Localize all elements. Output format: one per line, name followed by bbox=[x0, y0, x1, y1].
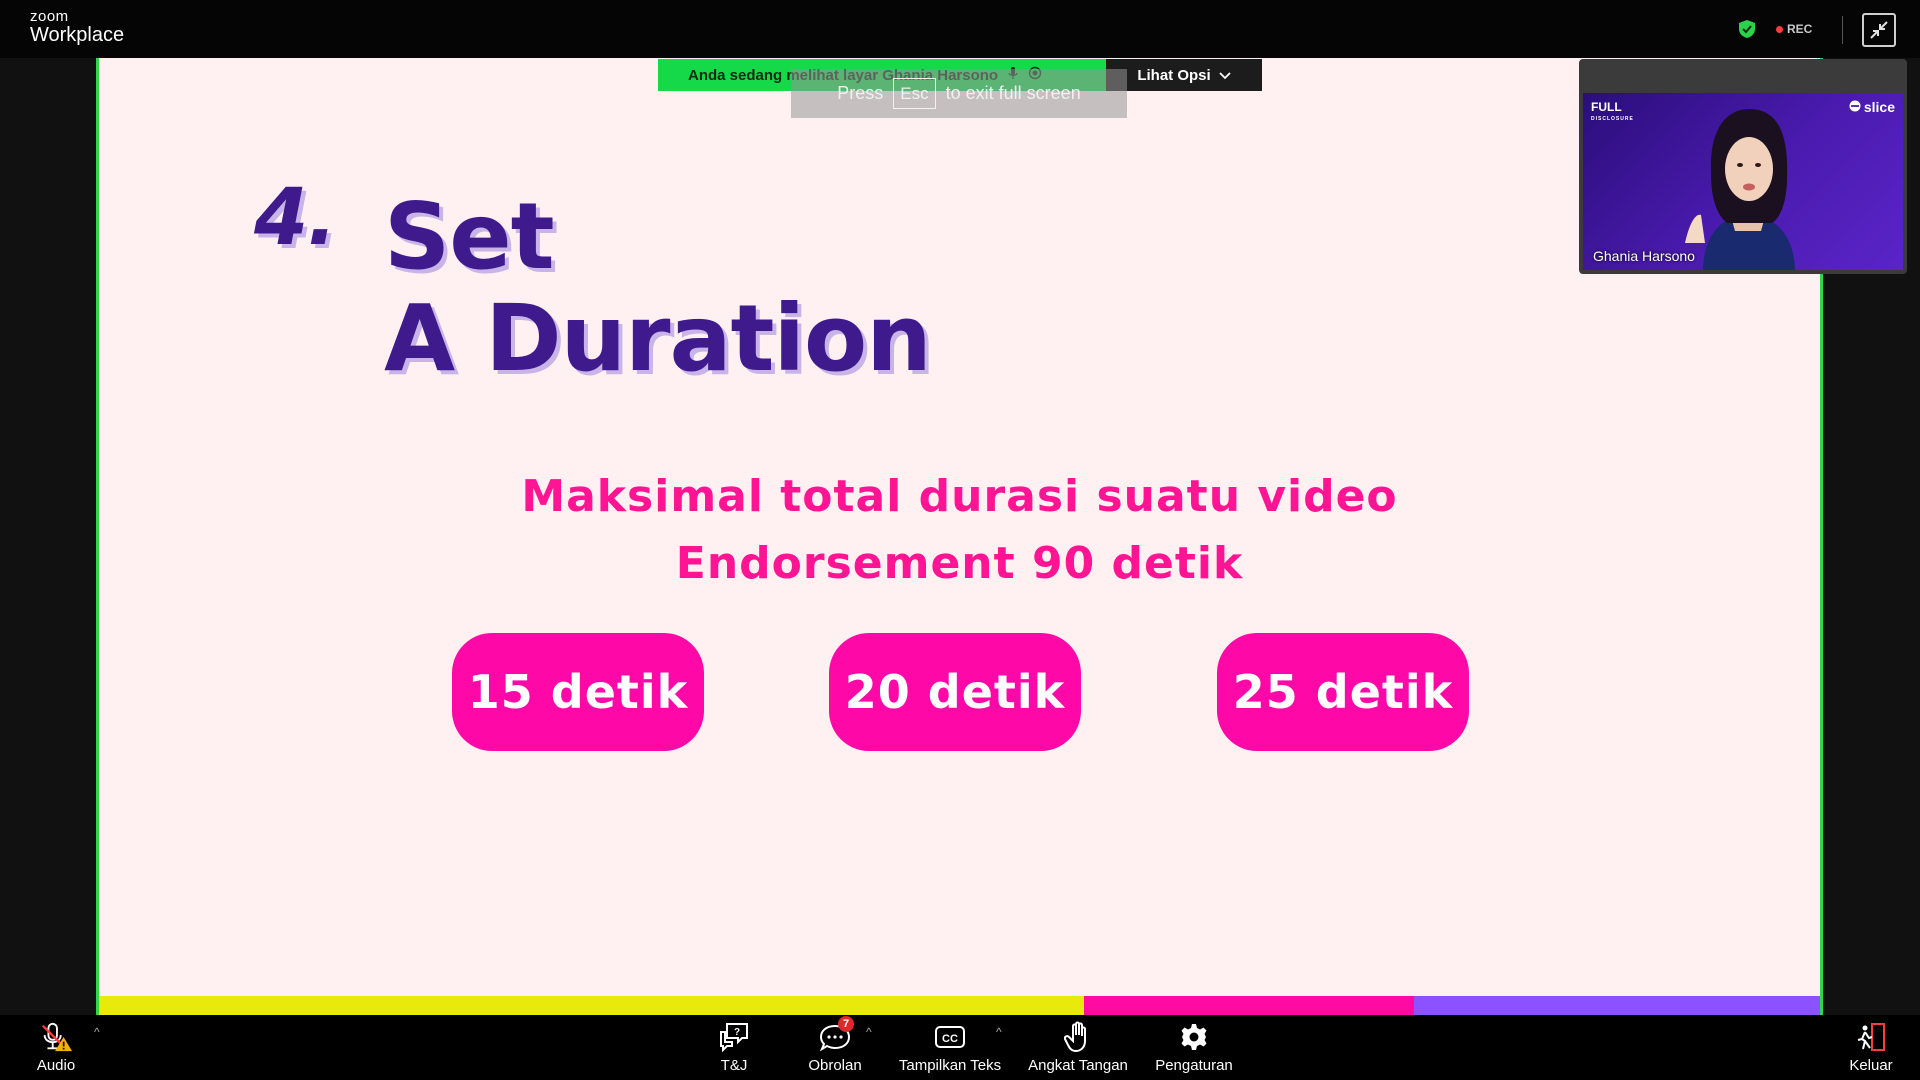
show-captions-button[interactable]: CC Tampilkan Teks bbox=[896, 1015, 1004, 1080]
captions-label: Tampilkan Teks bbox=[898, 1057, 1002, 1074]
chevron-down-icon bbox=[1219, 67, 1231, 84]
duration-option-20: 20 detik bbox=[829, 633, 1081, 751]
footer-stripe-violet bbox=[1414, 996, 1820, 1015]
duration-option-15: 15 detik bbox=[452, 633, 704, 751]
minimize-icon bbox=[1870, 21, 1888, 39]
svg-text:?: ? bbox=[734, 1027, 740, 1038]
hand-icon bbox=[1061, 1021, 1095, 1053]
leave-button[interactable]: Keluar bbox=[1842, 1015, 1900, 1080]
slide-title-line2: A Duration bbox=[384, 285, 932, 392]
brand-name: Workplace bbox=[30, 24, 125, 46]
brand-small: zoom bbox=[30, 8, 69, 25]
meeting-toolbar: Audio ^ ? T&J 7 Obrolan ^ CC Tampilkan T… bbox=[0, 1015, 1920, 1080]
recording-dot-icon bbox=[1776, 25, 1783, 33]
qa-label: T&J bbox=[720, 1057, 748, 1074]
view-options-label: Lihat Opsi bbox=[1137, 66, 1211, 84]
toast-esc-key: Esc bbox=[893, 78, 936, 109]
raise-hand-label: Angkat Tangan bbox=[1028, 1057, 1128, 1074]
microphone-muted-warning-icon bbox=[39, 1021, 73, 1053]
shared-screen: 4. Set A Duration Maksimal total durasi … bbox=[96, 58, 1823, 1015]
leave-label: Keluar bbox=[1849, 1057, 1893, 1074]
chat-options-caret-icon[interactable]: ^ bbox=[866, 1025, 872, 1039]
qa-chat-icon: ? bbox=[717, 1021, 751, 1053]
toast-press: Press bbox=[837, 83, 884, 103]
slice-logo-text: slice bbox=[1863, 99, 1895, 115]
logo-left-text: FULL bbox=[1591, 100, 1622, 114]
participant-avatar-image bbox=[1685, 109, 1795, 270]
divider bbox=[1842, 16, 1843, 44]
description-line2: Endorsement 90 detik bbox=[675, 538, 1244, 589]
chat-bubble-icon: 7 bbox=[818, 1016, 854, 1053]
exit-fullscreen-button[interactable] bbox=[1862, 13, 1896, 47]
duration-option-25: 25 detik bbox=[1217, 633, 1469, 751]
raise-hand-button[interactable]: Angkat Tangan bbox=[1026, 1015, 1130, 1080]
settings-button[interactable]: Pengaturan bbox=[1152, 1015, 1236, 1080]
exit-door-icon bbox=[1854, 1021, 1888, 1053]
audio-button[interactable]: Audio bbox=[28, 1015, 84, 1080]
gear-icon bbox=[1177, 1021, 1211, 1053]
top-bar: zoom Workplace REC bbox=[0, 0, 1920, 58]
chat-unread-badge: 7 bbox=[838, 1016, 854, 1032]
view-options-button[interactable]: Lihat Opsi bbox=[1106, 59, 1262, 91]
participant-video-tile[interactable]: FULL DISCLOSURE slice Ghania Harsono bbox=[1579, 59, 1907, 274]
slide-number: 4. bbox=[254, 173, 337, 263]
logo-left-sub: DISCLOSURE bbox=[1591, 116, 1634, 122]
footer-stripe-yellow bbox=[99, 996, 1084, 1015]
toast-rest: to exit full screen bbox=[945, 83, 1081, 103]
fullscreen-toast: Press Esc to exit full screen bbox=[791, 69, 1127, 118]
left-margin bbox=[0, 58, 96, 1015]
slide-description: Maksimal total durasi suatu video Endors… bbox=[99, 463, 1820, 597]
shield-check-icon[interactable] bbox=[1738, 19, 1756, 39]
video-feed: FULL DISCLOSURE slice Ghania Harsono bbox=[1583, 93, 1903, 270]
audio-label: Audio bbox=[36, 1057, 76, 1074]
slide-title-line1: Set bbox=[384, 183, 555, 290]
cc-icon: CC bbox=[933, 1021, 967, 1053]
rec-label: REC bbox=[1787, 22, 1813, 36]
slice-logo: slice bbox=[1849, 99, 1895, 115]
svg-text:CC: CC bbox=[942, 1033, 958, 1045]
qa-button[interactable]: ? T&J bbox=[706, 1015, 762, 1080]
zoom-logo: zoom Workplace bbox=[30, 9, 124, 46]
participant-name: Ghania Harsono bbox=[1593, 248, 1695, 264]
description-line1: Maksimal total durasi suatu video bbox=[521, 471, 1398, 522]
captions-options-caret-icon[interactable]: ^ bbox=[996, 1025, 1002, 1039]
chat-label: Obrolan bbox=[808, 1057, 862, 1074]
settings-label: Pengaturan bbox=[1155, 1057, 1233, 1074]
recording-indicator[interactable]: REC bbox=[1776, 22, 1812, 36]
full-disclosure-logo: FULL DISCLOSURE bbox=[1591, 101, 1634, 125]
audio-options-caret-icon[interactable]: ^ bbox=[94, 1025, 100, 1039]
chat-button[interactable]: 7 Obrolan bbox=[800, 1015, 870, 1080]
slice-logo-icon bbox=[1849, 99, 1861, 115]
footer-stripe-pink bbox=[1084, 996, 1414, 1015]
